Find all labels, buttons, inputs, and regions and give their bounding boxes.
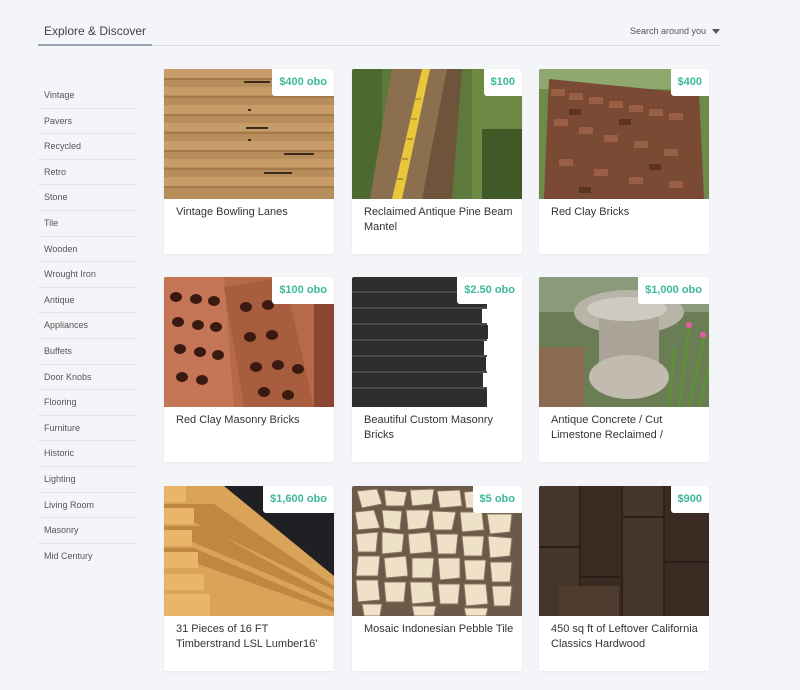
price-tag: $900 [670, 486, 709, 513]
listing-image-bowling-lanes[interactable]: $400 obo [164, 69, 334, 199]
listing-card[interactable]: $100 obo Red Clay Masonry Bricks [164, 277, 334, 462]
listing-title[interactable]: 450 sq ft of Leftover California Classic… [551, 622, 701, 652]
category-sidebar: Vintage Pavers Recycled Retro Stone Tile… [38, 83, 137, 569]
sidebar-item-flooring[interactable]: Flooring [38, 390, 137, 416]
caret-down-icon [712, 28, 720, 34]
price-tag: $2.50 obo [457, 277, 522, 304]
listing-title[interactable]: 31 Pieces of 16 FT Timberstrand LSL Lumb… [176, 622, 326, 652]
sidebar-item-stone[interactable]: Stone [38, 185, 137, 211]
price-tag: $100 [483, 69, 522, 96]
top-bar: Explore & Discover Search around you [38, 16, 720, 46]
price-tag: $1,600 obo [263, 486, 334, 513]
sidebar-item-lighting[interactable]: Lighting [38, 467, 137, 493]
sidebar-item-historic[interactable]: Historic [38, 441, 137, 467]
listing-image-antique-concrete[interactable]: $1,000 obo [539, 277, 709, 407]
listing-image-hardwood[interactable]: $900 [539, 486, 709, 616]
listing-card[interactable]: $100 Reclaimed Antique Pine Beam Mantel [352, 69, 522, 254]
listing-card[interactable]: $900 450 sq ft of Leftover California Cl… [539, 486, 709, 671]
tab-explore-discover[interactable]: Explore & Discover [38, 16, 153, 46]
listing-card[interactable]: $5 obo Mosaic Indonesian Pebble Tile [352, 486, 522, 671]
listing-image-custom-masonry-bricks[interactable]: $2.50 obo [352, 277, 522, 407]
sidebar-item-vintage[interactable]: Vintage [38, 83, 137, 109]
sidebar-item-retro[interactable]: Retro [38, 160, 137, 186]
listing-title[interactable]: Red Clay Bricks [551, 205, 701, 220]
search-around-label: Search around you [629, 26, 706, 36]
price-tag: $1,000 obo [638, 277, 709, 304]
price-tag: $400 obo [272, 69, 334, 96]
listing-image-red-clay-bricks[interactable]: $400 [539, 69, 709, 199]
listing-image-pine-beam[interactable]: $100 [352, 69, 522, 199]
sidebar-item-furniture[interactable]: Furniture [38, 416, 137, 442]
sidebar-item-masonry[interactable]: Masonry [38, 518, 137, 544]
sidebar-item-antique[interactable]: Antique [38, 288, 137, 314]
sidebar-item-door-knobs[interactable]: Door Knobs [38, 365, 137, 391]
listing-image-pebble-tile[interactable]: $5 obo [352, 486, 522, 616]
listing-card[interactable]: $2.50 obo Beautiful Custom Masonry Brick… [352, 277, 522, 462]
sidebar-item-wrought-iron[interactable]: Wrought Iron [38, 262, 137, 288]
sidebar-item-living-room[interactable]: Living Room [38, 493, 137, 519]
listing-title[interactable]: Beautiful Custom Masonry Bricks [364, 413, 514, 443]
sidebar-item-recycled[interactable]: Recycled [38, 134, 137, 160]
search-around-dropdown[interactable]: Search around you [630, 16, 720, 46]
listing-card[interactable]: $400 Red Clay Bricks [539, 69, 709, 254]
price-tag: $100 obo [272, 277, 334, 304]
listing-card[interactable]: $1,000 obo Antique Concrete / Cut Limest… [539, 277, 709, 462]
sidebar-item-pavers[interactable]: Pavers [38, 109, 137, 135]
listing-card[interactable]: $1,600 obo 31 Pieces of 16 FT Timberstra… [164, 486, 334, 671]
sidebar-item-buffets[interactable]: Buffets [38, 339, 137, 365]
listing-card[interactable]: $400 obo Vintage Bowling Lanes [164, 69, 334, 254]
price-tag: $5 obo [472, 486, 522, 513]
sidebar-item-appliances[interactable]: Appliances [38, 313, 137, 339]
sidebar-item-mid-century[interactable]: Mid Century [38, 544, 137, 570]
sidebar-item-tile[interactable]: Tile [38, 211, 137, 237]
listing-image-masonry-bricks[interactable]: $100 obo [164, 277, 334, 407]
listing-title[interactable]: Mosaic Indonesian Pebble Tile [364, 622, 514, 637]
listing-title[interactable]: Vintage Bowling Lanes [176, 205, 326, 220]
price-tag: $400 [670, 69, 709, 96]
listing-title[interactable]: Red Clay Masonry Bricks [176, 413, 326, 428]
listing-image-lsl-lumber[interactable]: $1,600 obo [164, 486, 334, 616]
listing-title[interactable]: Reclaimed Antique Pine Beam Mantel [364, 205, 514, 235]
listing-title[interactable]: Antique Concrete / Cut Limestone Reclaim… [551, 413, 701, 443]
sidebar-item-wooden[interactable]: Wooden [38, 237, 137, 263]
